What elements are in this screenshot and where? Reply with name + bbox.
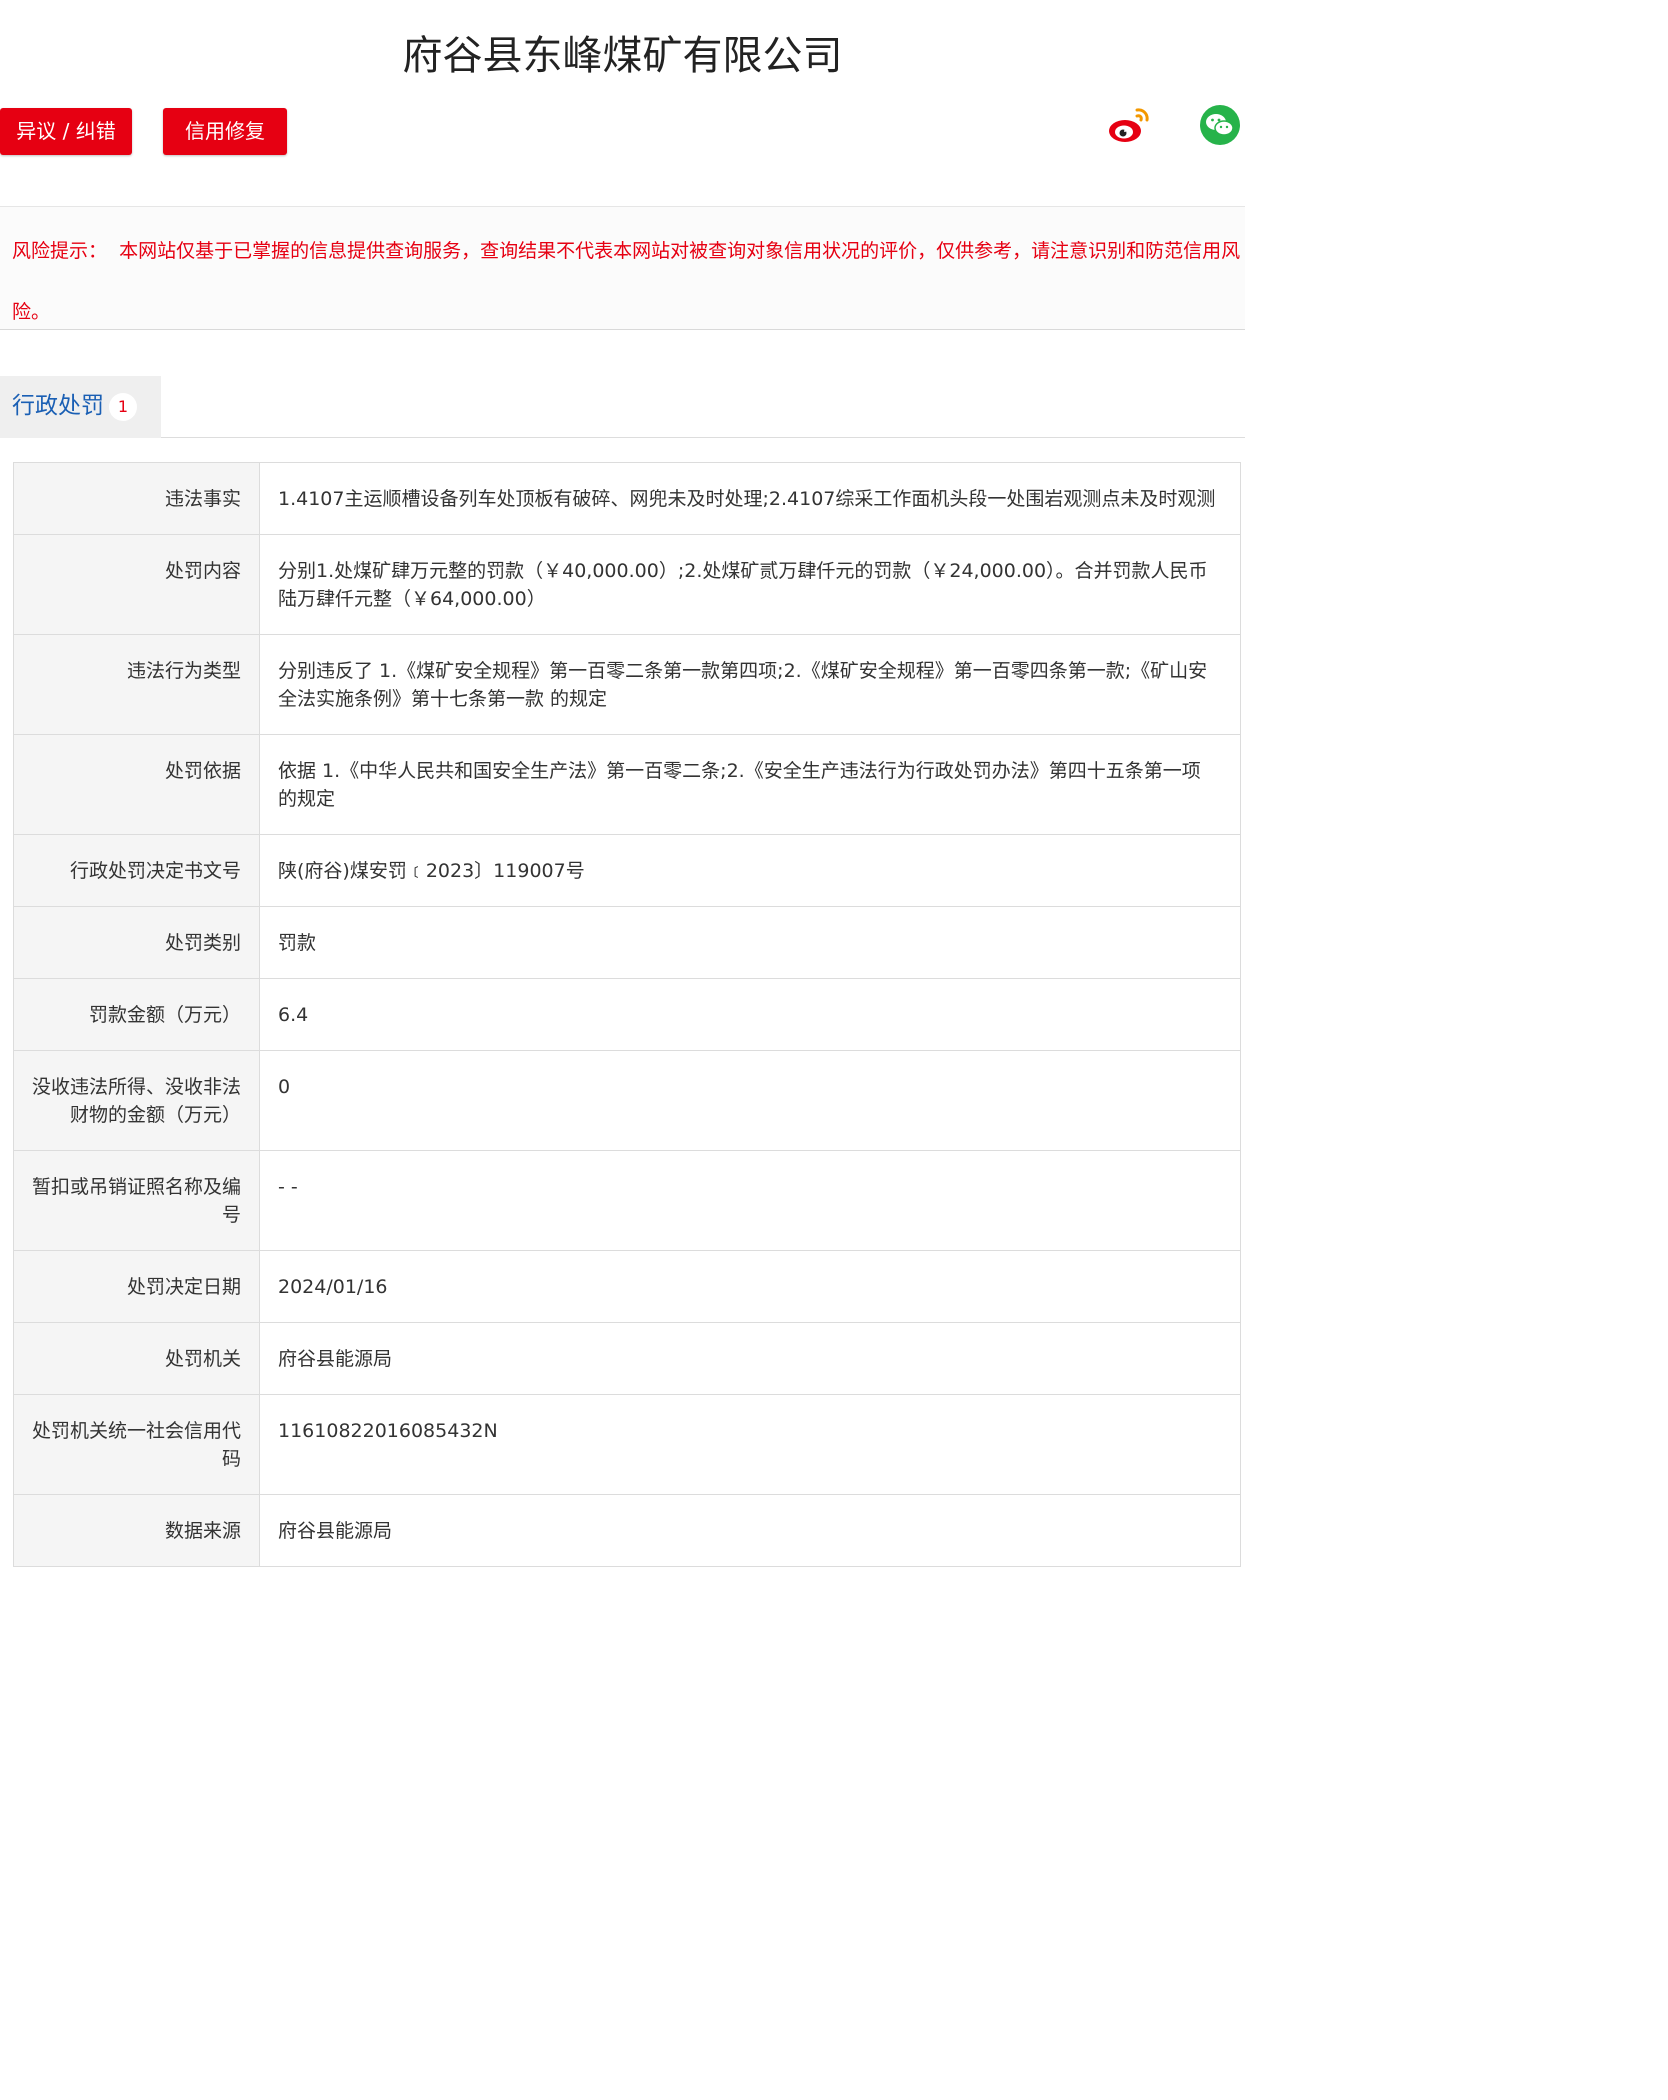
table-row: 没收违法所得、没收非法财物的金额（万元） 0 — [13, 1050, 1241, 1151]
table-row: 处罚机关 府谷县能源局 — [13, 1322, 1241, 1395]
table-row: 罚款金额（万元） 6.4 — [13, 978, 1241, 1051]
row-value: 2024/01/16 — [259, 1250, 1241, 1323]
row-label: 违法事实 — [13, 462, 260, 535]
row-label: 处罚机关 — [13, 1322, 260, 1395]
row-value: 0 — [259, 1050, 1241, 1151]
row-label: 罚款金额（万元） — [13, 978, 260, 1051]
row-value: 6.4 — [259, 978, 1241, 1051]
row-label: 数据来源 — [13, 1494, 260, 1567]
table-row: 处罚决定日期 2024/01/16 — [13, 1250, 1241, 1323]
row-label: 处罚内容 — [13, 534, 260, 635]
table-row: 处罚类别 罚款 — [13, 906, 1241, 979]
row-value: 分别1.处煤矿肆万元整的罚款（￥40,000.00）;2.处煤矿贰万肆仟元的罚款… — [259, 534, 1241, 635]
row-label: 处罚依据 — [13, 734, 260, 835]
table-row: 处罚依据 依据 1.《中华人民共和国安全生产法》第一百零二条;2.《安全生产违法… — [13, 734, 1241, 835]
row-value: 罚款 — [259, 906, 1241, 979]
row-value: 1.4107主运顺槽设备列车处顶板有破碎、网兜未及时处理;2.4107综采工作面… — [259, 462, 1241, 535]
risk-notice-text: 本网站仅基于已掌握的信息提供查询服务，查询结果不代表本网站对被查询对象信用状况的… — [12, 240, 1241, 323]
row-value: 陕(府谷)煤安罚﹝2023〕119007号 — [259, 834, 1241, 907]
table-row: 处罚内容 分别1.处煤矿肆万元整的罚款（￥40,000.00）;2.处煤矿贰万肆… — [13, 534, 1241, 635]
row-label: 没收违法所得、没收非法财物的金额（万元） — [13, 1050, 260, 1151]
objection-button[interactable]: 异议 / 纠错 — [0, 108, 132, 155]
table-row: 行政处罚决定书文号 陕(府谷)煤安罚﹝2023〕119007号 — [13, 834, 1241, 907]
table-row: 暂扣或吊销证照名称及编号 - - — [13, 1150, 1241, 1251]
company-title: 府谷县东峰煤矿有限公司 — [402, 33, 843, 79]
weibo-icon[interactable] — [1106, 104, 1152, 146]
row-value: - - — [259, 1150, 1241, 1251]
wechat-icon[interactable] — [1199, 104, 1241, 146]
row-label: 行政处罚决定书文号 — [13, 834, 260, 907]
risk-notice-prefix: 风险提示： — [12, 240, 108, 262]
row-value: 府谷县能源局 — [259, 1494, 1241, 1567]
row-label: 处罚机关统一社会信用代码 — [13, 1394, 260, 1495]
row-value: 府谷县能源局 — [259, 1322, 1241, 1395]
row-label: 违法行为类型 — [13, 634, 260, 735]
risk-notice: 风险提示： 本网站仅基于已掌握的信息提供查询服务，查询结果不代表本网站对被查询对… — [0, 206, 1245, 330]
row-value: 11610822016085432N — [259, 1394, 1241, 1495]
row-label: 处罚决定日期 — [13, 1250, 260, 1323]
tab-administrative-penalty[interactable]: 行政处罚 1 — [0, 376, 161, 438]
penalty-detail-table: 违法事实 1.4107主运顺槽设备列车处顶板有破碎、网兜未及时处理;2.4107… — [13, 462, 1241, 1567]
row-label: 暂扣或吊销证照名称及编号 — [13, 1150, 260, 1251]
table-row: 数据来源 府谷县能源局 — [13, 1494, 1241, 1567]
row-value: 分别违反了 1.《煤矿安全规程》第一百零二条第一款第四项;2.《煤矿安全规程》第… — [259, 634, 1241, 735]
tab-count-badge: 1 — [109, 393, 137, 421]
row-label: 处罚类别 — [13, 906, 260, 979]
tab-bar: 行政处罚 1 — [0, 376, 1245, 438]
table-row: 违法行为类型 分别违反了 1.《煤矿安全规程》第一百零二条第一款第四项;2.《煤… — [13, 634, 1241, 735]
row-value: 依据 1.《中华人民共和国安全生产法》第一百零二条;2.《安全生产违法行为行政处… — [259, 734, 1241, 835]
table-row: 违法事实 1.4107主运顺槽设备列车处顶板有破碎、网兜未及时处理;2.4107… — [13, 462, 1241, 535]
table-row: 处罚机关统一社会信用代码 11610822016085432N — [13, 1394, 1241, 1495]
credit-repair-button[interactable]: 信用修复 — [163, 108, 287, 155]
tab-label: 行政处罚 — [12, 393, 104, 419]
